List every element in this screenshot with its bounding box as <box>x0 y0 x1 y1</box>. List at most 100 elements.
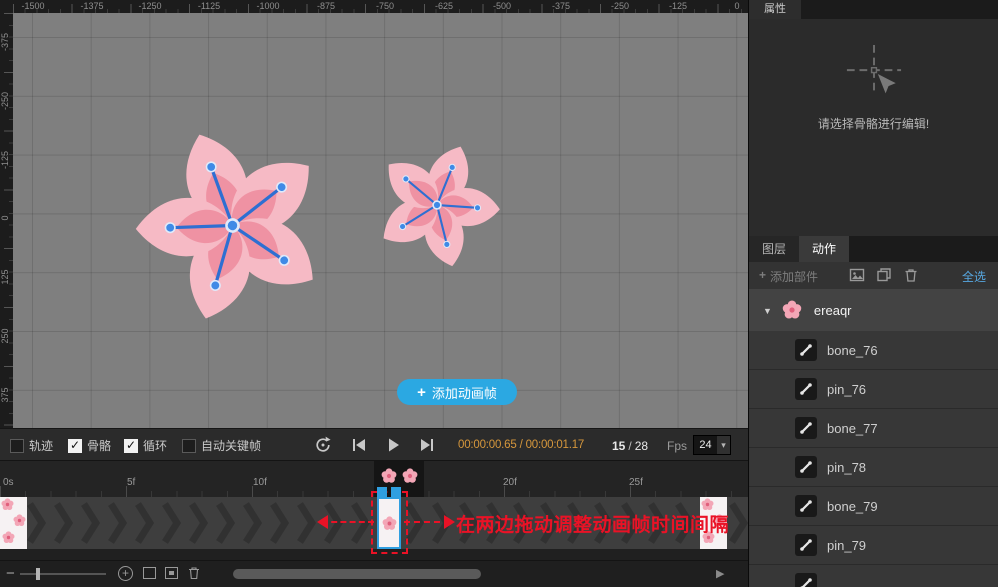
horizontal-scrollbar[interactable] <box>233 569 481 579</box>
ruler-corner <box>0 0 13 13</box>
tree-row[interactable]: bone_77 <box>749 409 998 448</box>
tree-row[interactable]: pin_78 <box>749 448 998 487</box>
time-current: 00:00:00.65 <box>458 439 517 451</box>
add-part-button[interactable]: 添加部件 <box>759 268 818 285</box>
plus-icon <box>759 268 766 285</box>
bone-icon <box>795 495 817 517</box>
caret-down-icon[interactable] <box>763 301 772 319</box>
timeline-tick: 5f <box>127 477 135 488</box>
bone-icon <box>795 573 817 587</box>
delete-icon[interactable] <box>187 566 201 585</box>
zoom-in-icon[interactable] <box>118 566 133 581</box>
ruler-label: 250 <box>0 321 12 351</box>
flower-thumbnail-icon <box>402 468 418 484</box>
copy-icon[interactable] <box>876 267 892 283</box>
ruler-label: -500 <box>493 1 511 11</box>
fps-value: 24 <box>694 439 717 451</box>
ruler-label: -125 <box>0 145 12 175</box>
arrow-right-icon <box>404 521 450 523</box>
group-label: ereaqr <box>814 303 852 318</box>
ruler-label: 125 <box>0 262 12 292</box>
checkbox-icon <box>10 439 24 453</box>
ruler-label: -625 <box>435 1 453 11</box>
tree-row-label: pin_79 <box>827 538 866 553</box>
bone-icon <box>795 378 817 400</box>
frame-total: 28 <box>635 439 648 453</box>
ruler-label: -250 <box>0 86 12 116</box>
time-display: 00:00:00.65/00:00:01.17 <box>458 439 584 451</box>
ruler-label: -375 <box>0 27 12 57</box>
play-button[interactable] <box>382 434 404 456</box>
layers-tree: ereaqr bone_76 pin_76 bone_77 pin_78 bon… <box>749 289 998 587</box>
prev-frame-button[interactable] <box>348 434 370 456</box>
bone-icon <box>795 417 817 439</box>
tree-row-label: bone_77 <box>827 421 878 436</box>
ruler-label: 0 <box>734 1 739 11</box>
trash-icon[interactable] <box>903 267 919 283</box>
ruler-horizontal: -1500 -1375 -1250 -1125 -1000 -875 -750 … <box>13 0 748 13</box>
checkbox-label: 轨迹 <box>29 437 53 454</box>
ruler-label: -375 <box>552 1 570 11</box>
ruler-label: -1250 <box>138 1 161 11</box>
add-animation-frame-button[interactable]: 添加动画帧 <box>397 379 517 405</box>
ruler-label: -875 <box>317 1 335 11</box>
tab-properties[interactable]: 属性 <box>749 0 801 19</box>
bone-icon <box>795 534 817 556</box>
timeline-track[interactable]: 在两边拖动调整动画帧时间间隔 <box>0 497 748 549</box>
add-frame-label: 添加动画帧 <box>432 383 497 402</box>
keyframe-start[interactable] <box>0 497 27 549</box>
tree-row-partial[interactable] <box>749 565 998 587</box>
checkbox-trajectory[interactable]: 轨迹 <box>10 437 53 454</box>
ruler-label: -1500 <box>21 1 44 11</box>
transform-crosshair-icon <box>843 45 905 103</box>
tab-layers[interactable]: 图层 <box>749 236 799 262</box>
plus-icon <box>417 385 426 400</box>
keyframe-selected[interactable] <box>377 497 401 549</box>
frame-counter: 15/28 <box>612 439 648 453</box>
arrow-left-icon <box>322 521 374 523</box>
fps-dropdown[interactable]: 24 <box>693 435 731 455</box>
tree-row[interactable]: pin_79 <box>749 526 998 565</box>
timeline-tick: 20f <box>503 477 517 488</box>
zoom-slider-handle[interactable] <box>36 568 40 580</box>
timeline-ruler[interactable]: 0s 5f 10f 20f 25f <box>0 460 748 497</box>
properties-tab-strip: 属性 <box>749 0 998 19</box>
fit-screen-icon[interactable] <box>143 567 156 579</box>
right-panel: 属性 请选择骨骼进行编辑! 图层 动作 添加部件 <box>748 0 998 587</box>
playback-toolbar: 轨迹 骨骼 循环 自动关键帧 00:00:00.65/00:00:01.17 <box>0 428 748 460</box>
select-all-button[interactable]: 全选 <box>962 268 986 285</box>
restart-button[interactable] <box>312 434 334 456</box>
chevron-down-icon <box>717 436 730 454</box>
checkbox-icon <box>68 439 82 453</box>
tree-row[interactable]: pin_76 <box>749 370 998 409</box>
checkbox-auto-keyframe[interactable]: 自动关键帧 <box>182 437 261 454</box>
flower-sprite-right[interactable] <box>346 114 528 296</box>
ruler-label: -1125 <box>198 1 220 11</box>
timeline-tick: 0s <box>3 477 14 488</box>
time-total: 00:00:01.17 <box>526 439 585 451</box>
annotation-text: 在两边拖动调整动画帧时间间隔 <box>456 510 729 537</box>
drag-handle-right[interactable] <box>391 487 401 497</box>
skeletal-animation-editor: -1500 -1375 -1250 -1125 -1000 -875 -750 … <box>0 0 998 587</box>
ruler-label: -1375 <box>80 1 103 11</box>
flower-icon <box>782 300 802 320</box>
next-frame-button[interactable] <box>416 434 438 456</box>
drag-handle-left[interactable] <box>377 487 387 497</box>
zoom-out-icon[interactable] <box>6 565 15 582</box>
frame-current: 15 <box>612 439 625 453</box>
image-icon[interactable] <box>849 267 865 283</box>
snapshot-icon[interactable] <box>165 567 178 579</box>
tree-row[interactable]: bone_79 <box>749 487 998 526</box>
checkbox-bones[interactable]: 骨骼 <box>68 437 111 454</box>
tree-row[interactable]: bone_76 <box>749 331 998 370</box>
zoom-slider[interactable] <box>20 573 106 575</box>
flower-sprite-left[interactable] <box>95 88 371 364</box>
timeline-tick: 25f <box>629 477 643 488</box>
stage-canvas[interactable]: 添加动画帧 <box>13 13 748 428</box>
bottom-toolbar <box>0 560 748 587</box>
scroll-right-icon[interactable] <box>716 567 724 580</box>
checkbox-icon <box>182 439 196 453</box>
tab-actions[interactable]: 动作 <box>799 236 849 262</box>
checkbox-loop[interactable]: 循环 <box>124 437 167 454</box>
tree-group-row[interactable]: ereaqr <box>749 289 998 331</box>
